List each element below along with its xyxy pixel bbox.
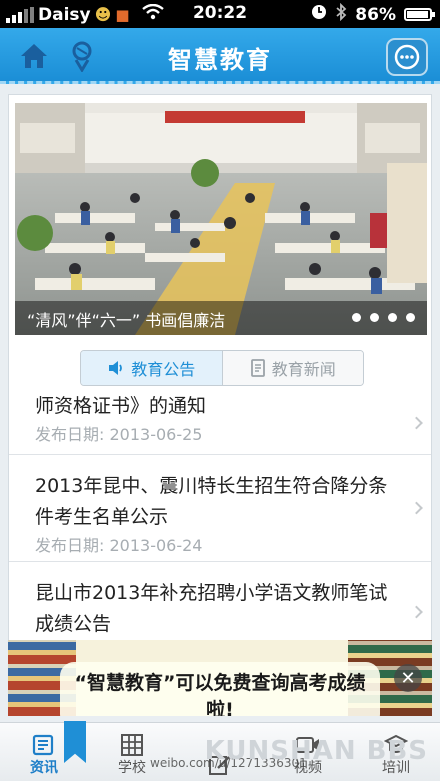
carousel-dots — [352, 313, 415, 322]
chevron-right-icon — [410, 605, 423, 619]
tab-label: 教育公告 — [131, 360, 196, 379]
ad-banner[interactable]: “智慧教育”可以免费查询高考成绩啦! ✕ — [8, 640, 432, 716]
app-header: 智慧教育 — [0, 28, 440, 84]
item-title: 2013年昆中、震川特长生招生符合降分条件考生名单公示 — [35, 475, 388, 528]
category-tabs: 教育公告 教育新闻 — [80, 350, 364, 386]
nav-label: 资讯 — [30, 760, 58, 776]
close-icon[interactable]: ✕ — [394, 664, 422, 692]
speaker-icon — [109, 361, 123, 375]
banner-caption-bar: “清风”伴“六一” 书画倡廉洁 — [15, 301, 427, 335]
tab-news[interactable]: 教育新闻 — [221, 351, 363, 385]
more-button[interactable] — [386, 38, 428, 76]
chevron-right-icon — [410, 416, 423, 429]
more-icon — [394, 44, 420, 70]
banner-carousel[interactable]: “清风”伴“六一” 书画倡廉洁 — [15, 103, 427, 335]
status-bar: Daisy ☻ ■ 20:22 86% — [0, 0, 440, 28]
bluetooth-icon — [335, 2, 347, 26]
nav-item-news[interactable]: 资讯 — [0, 723, 88, 781]
news-icon — [32, 734, 54, 756]
page-title: 智慧教育 — [168, 46, 272, 74]
tab-label: 教育新闻 — [271, 360, 336, 379]
chevron-right-icon — [410, 501, 423, 515]
tab-announcements[interactable]: 教育公告 — [81, 351, 222, 385]
document-icon — [250, 359, 265, 377]
nav-label: 学校 — [118, 760, 146, 776]
item-date: 发布日期: 2013-06-24 — [35, 536, 203, 555]
content-card: “清风”伴“六一” 书画倡廉洁 教育公告 教育新闻 师资格证书》的通知 发布日期… — [8, 94, 432, 716]
list-item[interactable]: 2013年昆中、震川特长生招生符合降分条件考生名单公示 发布日期: 2013-0… — [9, 455, 431, 562]
carousel-dot[interactable] — [370, 313, 379, 322]
carousel-dot[interactable] — [388, 313, 397, 322]
battery-icon — [404, 8, 435, 21]
nav-item-school[interactable]: 学校 — [88, 723, 176, 781]
bbs-watermark: KUNSHAN BBS — [204, 736, 428, 766]
status-right: 86% — [311, 2, 435, 26]
battery-fill — [407, 11, 428, 18]
list-item[interactable]: 师资格证书》的通知 发布日期: 2013-06-25 — [9, 391, 431, 455]
announcement-list: 师资格证书》的通知 发布日期: 2013-06-25 2013年昆中、震川特长生… — [9, 391, 431, 662]
carousel-dot[interactable] — [406, 313, 415, 322]
item-date: 发布日期: 2013-06-25 — [35, 425, 203, 444]
ad-text: “智慧教育”可以免费查询高考成绩啦! — [60, 662, 380, 716]
banner-caption: “清风”伴“六一” 书画倡廉洁 — [27, 311, 226, 330]
clock-icon — [311, 4, 327, 25]
battery-percent: 86% — [355, 4, 396, 25]
grid-icon — [121, 734, 143, 756]
carousel-dot[interactable] — [352, 313, 361, 322]
item-title: 师资格证书》的通知 — [35, 395, 207, 417]
item-title: 昆山市2013年补充招聘小学语文教师笔试成绩公告 — [35, 582, 388, 635]
